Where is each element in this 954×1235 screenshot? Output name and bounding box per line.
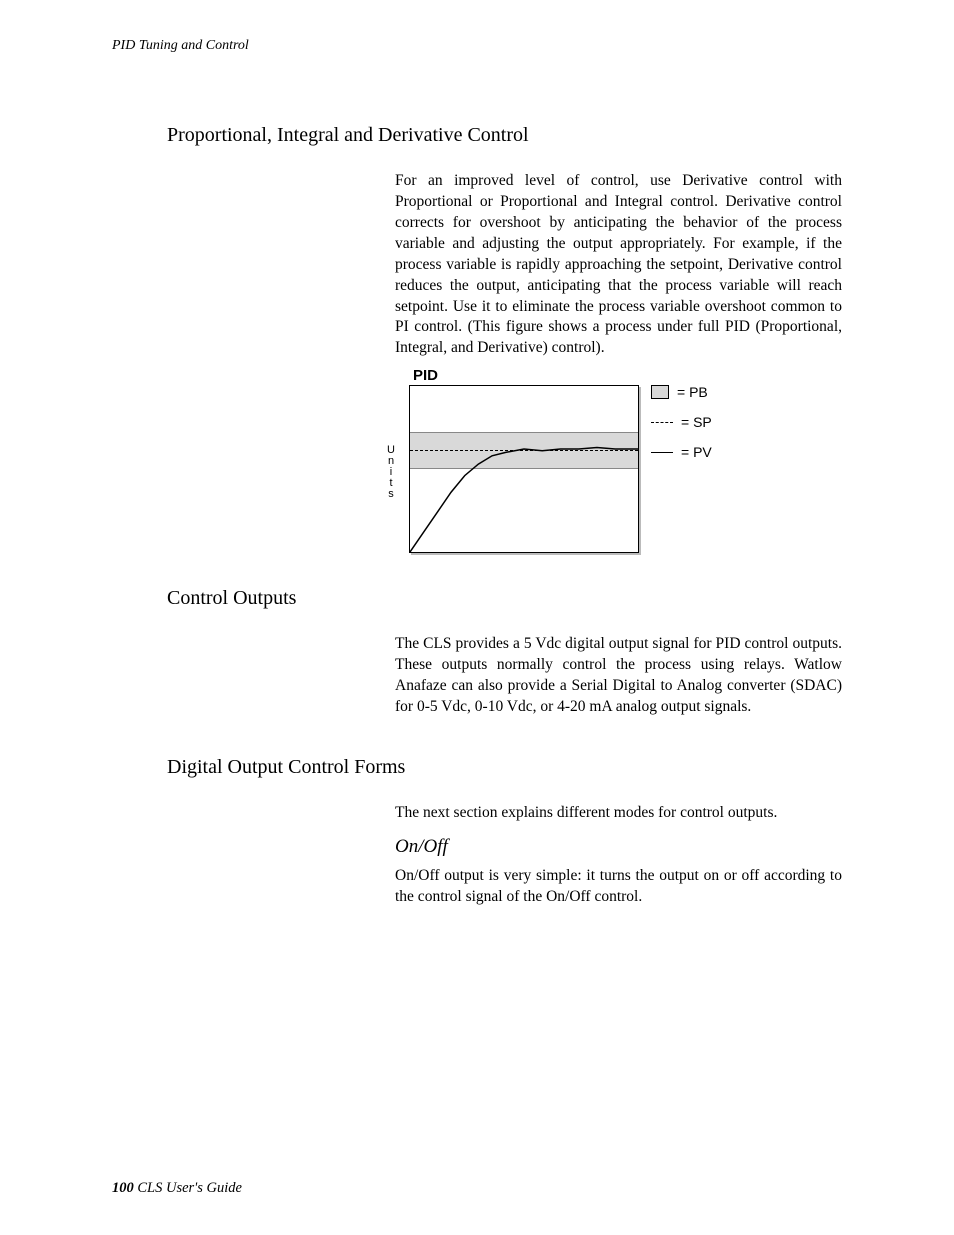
para-onoff: On/Off output is very simple: it turns t… <box>395 866 842 908</box>
figure-pid-chart: PID Units = PB = SP = PV <box>395 367 715 557</box>
legend-label-pv: = PV <box>681 444 712 460</box>
legend-row-pb: = PB <box>651 383 712 401</box>
legend-label-sp: = SP <box>681 414 712 430</box>
subheading-onoff: On/Off <box>395 836 842 858</box>
chart-plot-area <box>409 385 639 553</box>
running-header: PID Tuning and Control <box>112 38 842 54</box>
footer-doc-title: CLS User's Guide <box>137 1180 242 1196</box>
legend-swatch-sp <box>651 422 673 423</box>
heading-control-outputs: Control Outputs <box>167 587 842 610</box>
footer-page-number: 100 <box>112 1180 134 1196</box>
legend-row-pv: = PV <box>651 443 712 461</box>
para-pid: For an improved level of control, use De… <box>395 171 842 359</box>
chart-ylabel: Units <box>386 445 396 500</box>
legend-swatch-pv <box>651 452 673 453</box>
chart-pv-curve <box>410 386 638 552</box>
chart-title: PID <box>413 367 438 384</box>
chart-legend: = PB = SP = PV <box>651 383 712 473</box>
heading-pid: Proportional, Integral and Derivative Co… <box>167 124 842 147</box>
legend-row-sp: = SP <box>651 413 712 431</box>
page-footer: 100 CLS User's Guide <box>112 1180 242 1197</box>
para-control-outputs: The CLS provides a 5 Vdc digital output … <box>395 634 842 718</box>
legend-swatch-pb <box>651 385 669 399</box>
para-digital-intro: The next section explains different mode… <box>395 803 842 824</box>
legend-label-pb: = PB <box>677 384 708 400</box>
heading-digital-forms: Digital Output Control Forms <box>167 756 842 779</box>
